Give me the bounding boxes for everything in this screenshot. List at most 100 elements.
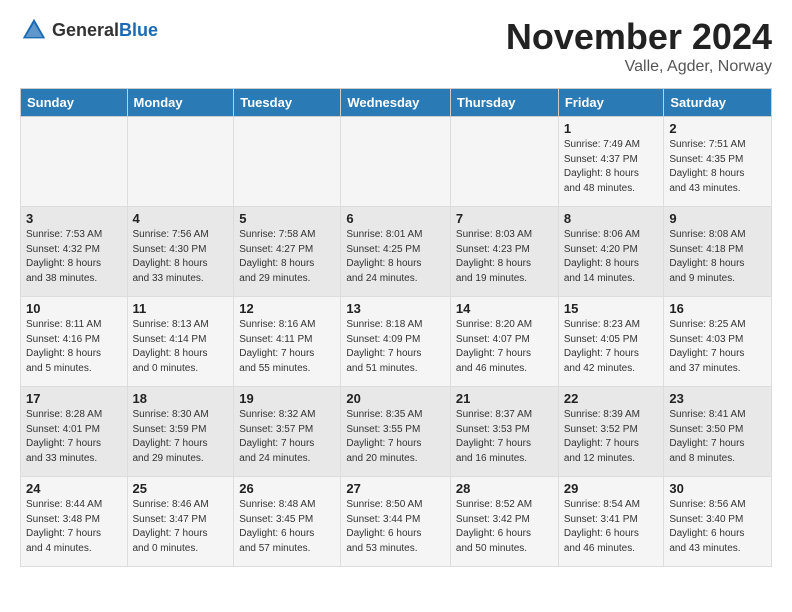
day-info: Sunrise: 7:58 AM Sunset: 4:27 PM Dayligh… [239,228,335,286]
day-info: Sunrise: 7:56 AM Sunset: 4:30 PM Dayligh… [133,228,229,286]
day-number: 24 [26,481,122,496]
day-number: 28 [456,481,553,496]
day-number: 13 [346,301,445,316]
day-info: Sunrise: 7:51 AM Sunset: 4:35 PM Dayligh… [669,138,766,196]
day-number: 20 [346,391,445,406]
day-number: 8 [564,211,659,226]
day-cell [341,117,451,207]
day-cell: 25Sunrise: 8:46 AM Sunset: 3:47 PM Dayli… [127,477,234,567]
logo: GeneralBlue [20,16,158,44]
day-info: Sunrise: 8:41 AM Sunset: 3:50 PM Dayligh… [669,408,766,466]
day-cell: 11Sunrise: 8:13 AM Sunset: 4:14 PM Dayli… [127,297,234,387]
week-row-3: 10 Sunrise: 8:11 AM Sunset: 4:16 PM Dayli… [21,297,772,387]
day-number: 7 [456,211,553,226]
day-info: Sunrise: 8:06 AM Sunset: 4:20 PM Dayligh… [564,228,659,286]
day-info: Sunrise: 8:50 AM Sunset: 3:44 PM Dayligh… [346,498,445,556]
title-block: November 2024 Valle, Agder, Norway [506,16,772,76]
day-cell: 7 Sunrise: 8:03 AM Sunset: 4:23 PM Daylig… [450,207,558,297]
day-info: Sunrise: 8:35 AM Sunset: 3:55 PM Dayligh… [346,408,445,466]
day-number: 29 [564,481,659,496]
day-number: 23 [669,391,766,406]
day-cell: 4 Sunrise: 7:56 AM Sunset: 4:30 PM Daylig… [127,207,234,297]
week-row-5: 24 Sunrise: 8:44 AM Sunset: 3:48 PM Dayli… [21,477,772,567]
calendar-location: Valle, Agder, Norway [506,58,772,76]
day-number: 9 [669,211,766,226]
day-info: Sunrise: 8:16 AM Sunset: 4:11 PM Dayligh… [239,318,335,376]
day-number: 19 [239,391,335,406]
day-cell: 24 Sunrise: 8:44 AM Sunset: 3:48 PM Dayli… [21,477,128,567]
day-info: Sunrise: 7:49 AM Sunset: 4:37 PM Dayligh… [564,138,659,196]
calendar-title: November 2024 [506,16,772,58]
calendar-header: SundayMondayTuesdayWednesdayThursdayFrid… [21,89,772,117]
day-cell: 30 Sunrise: 8:56 AM Sunset: 3:40 PM Dayli… [664,477,772,567]
day-cell: 27 Sunrise: 8:50 AM Sunset: 3:44 PM Dayli… [341,477,451,567]
day-number: 3 [26,211,122,226]
day-cell: 3Sunrise: 7:53 AM Sunset: 4:32 PM Daylig… [21,207,128,297]
day-info: Sunrise: 8:46 AM Sunset: 3:47 PM Dayligh… [133,498,229,556]
header-col-thursday: Thursday [450,89,558,117]
day-info: Sunrise: 8:30 AM Sunset: 3:59 PM Dayligh… [133,408,229,466]
day-info: Sunrise: 8:25 AM Sunset: 4:03 PM Dayligh… [669,318,766,376]
day-number: 18 [133,391,229,406]
logo-text: GeneralBlue [52,20,158,41]
day-cell: 28 Sunrise: 8:52 AM Sunset: 3:42 PM Dayli… [450,477,558,567]
day-info: Sunrise: 8:56 AM Sunset: 3:40 PM Dayligh… [669,498,766,556]
day-cell [21,117,128,207]
day-cell: 21 Sunrise: 8:37 AM Sunset: 3:53 PM Dayli… [450,387,558,477]
header-col-friday: Friday [558,89,664,117]
logo-blue: Blue [119,20,158,41]
day-cell: 6 Sunrise: 8:01 AM Sunset: 4:25 PM Daylig… [341,207,451,297]
day-info: Sunrise: 8:13 AM Sunset: 4:14 PM Dayligh… [133,318,229,376]
day-number: 26 [239,481,335,496]
day-info: Sunrise: 8:11 AM Sunset: 4:16 PM Dayligh… [26,318,122,376]
week-row-4: 17Sunrise: 8:28 AM Sunset: 4:01 PM Dayli… [21,387,772,477]
day-cell: 8 Sunrise: 8:06 AM Sunset: 4:20 PM Daylig… [558,207,664,297]
day-cell [127,117,234,207]
day-number: 5 [239,211,335,226]
day-number: 27 [346,481,445,496]
day-cell: 1 Sunrise: 7:49 AM Sunset: 4:37 PM Daylig… [558,117,664,207]
day-number: 1 [564,121,659,136]
day-info: Sunrise: 8:01 AM Sunset: 4:25 PM Dayligh… [346,228,445,286]
page-header: GeneralBlue November 2024 Valle, Agder, … [20,16,772,76]
day-number: 17 [26,391,122,406]
header-col-sunday: Sunday [21,89,128,117]
day-cell [234,117,341,207]
day-number: 15 [564,301,659,316]
day-info: Sunrise: 8:39 AM Sunset: 3:52 PM Dayligh… [564,408,659,466]
day-cell: 13 Sunrise: 8:18 AM Sunset: 4:09 PM Dayli… [341,297,451,387]
day-number: 4 [133,211,229,226]
day-cell: 12 Sunrise: 8:16 AM Sunset: 4:11 PM Dayli… [234,297,341,387]
day-cell: 18 Sunrise: 8:30 AM Sunset: 3:59 PM Dayli… [127,387,234,477]
day-info: Sunrise: 8:18 AM Sunset: 4:09 PM Dayligh… [346,318,445,376]
day-info: Sunrise: 8:52 AM Sunset: 3:42 PM Dayligh… [456,498,553,556]
header-col-wednesday: Wednesday [341,89,451,117]
day-cell: 10 Sunrise: 8:11 AM Sunset: 4:16 PM Dayli… [21,297,128,387]
day-number: 21 [456,391,553,406]
day-cell: 26Sunrise: 8:48 AM Sunset: 3:45 PM Dayli… [234,477,341,567]
day-cell: 14Sunrise: 8:20 AM Sunset: 4:07 PM Dayli… [450,297,558,387]
day-number: 10 [26,301,122,316]
logo-icon [20,16,48,44]
day-cell: 16 Sunrise: 8:25 AM Sunset: 4:03 PM Dayli… [664,297,772,387]
calendar-body: 1 Sunrise: 7:49 AM Sunset: 4:37 PM Daylig… [21,117,772,567]
day-cell: 22Sunrise: 8:39 AM Sunset: 3:52 PM Dayli… [558,387,664,477]
day-number: 6 [346,211,445,226]
day-number: 12 [239,301,335,316]
day-info: Sunrise: 8:37 AM Sunset: 3:53 PM Dayligh… [456,408,553,466]
day-cell: 9Sunrise: 8:08 AM Sunset: 4:18 PM Daylig… [664,207,772,297]
day-info: Sunrise: 8:23 AM Sunset: 4:05 PM Dayligh… [564,318,659,376]
day-number: 30 [669,481,766,496]
header-col-monday: Monday [127,89,234,117]
day-cell: 15 Sunrise: 8:23 AM Sunset: 4:05 PM Dayli… [558,297,664,387]
day-number: 2 [669,121,766,136]
day-cell: 29Sunrise: 8:54 AM Sunset: 3:41 PM Dayli… [558,477,664,567]
day-number: 16 [669,301,766,316]
day-info: Sunrise: 8:32 AM Sunset: 3:57 PM Dayligh… [239,408,335,466]
day-info: Sunrise: 8:44 AM Sunset: 3:48 PM Dayligh… [26,498,122,556]
day-info: Sunrise: 8:03 AM Sunset: 4:23 PM Dayligh… [456,228,553,286]
day-cell: 5 Sunrise: 7:58 AM Sunset: 4:27 PM Daylig… [234,207,341,297]
day-info: Sunrise: 8:20 AM Sunset: 4:07 PM Dayligh… [456,318,553,376]
day-cell: 19 Sunrise: 8:32 AM Sunset: 3:57 PM Dayli… [234,387,341,477]
header-row: SundayMondayTuesdayWednesdayThursdayFrid… [21,89,772,117]
